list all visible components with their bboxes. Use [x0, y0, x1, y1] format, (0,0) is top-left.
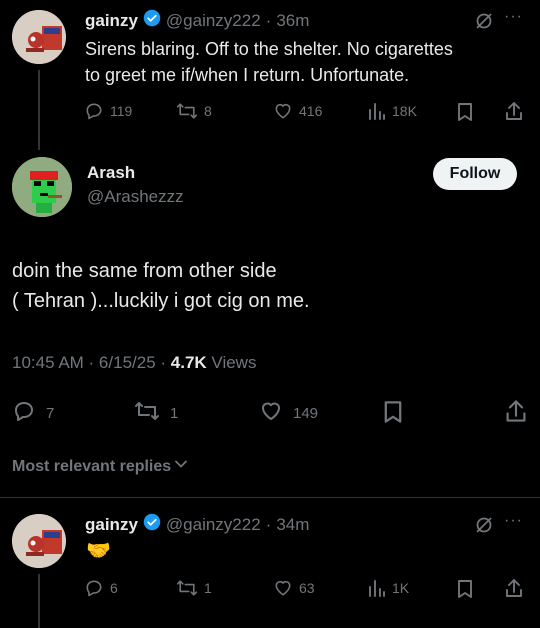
like-button[interactable]: 416	[273, 101, 322, 121]
bookmark-button[interactable]	[382, 400, 404, 428]
share-icon	[504, 399, 528, 427]
thread-line	[38, 70, 40, 150]
views-button[interactable]: 1K	[368, 578, 409, 598]
separator-dot: ·	[265, 514, 272, 534]
tweet-header: gainzy @gainzy222 · 34m	[85, 513, 309, 536]
sort-replies-dropdown[interactable]: Most relevant replies	[12, 457, 188, 476]
bookmark-button[interactable]	[456, 102, 474, 122]
verified-badge-icon	[143, 513, 161, 536]
views-chart-icon	[368, 578, 386, 598]
reply-button[interactable]: 7	[12, 399, 54, 427]
share-icon	[504, 578, 524, 598]
user-name[interactable]: gainzy	[85, 11, 138, 31]
tweet-time[interactable]: 34m	[276, 515, 309, 535]
tweet-timestamp[interactable]: 10:45 AM · 6/15/25 ·	[12, 353, 171, 372]
reply-icon	[12, 399, 36, 427]
share-button[interactable]	[504, 101, 524, 121]
grok-icon[interactable]	[474, 11, 494, 36]
share-button[interactable]	[504, 399, 528, 427]
avatar[interactable]	[12, 514, 66, 568]
retweet-button[interactable]: 8	[176, 101, 212, 121]
tweet-meta: 10:45 AM · 6/15/25 · 4.7K Views	[12, 353, 256, 373]
retweet-button[interactable]: 1	[176, 578, 212, 598]
share-button[interactable]	[504, 578, 524, 598]
like-button[interactable]: 63	[273, 578, 315, 598]
tweet-time[interactable]: 36m	[276, 11, 309, 31]
user-handle[interactable]: @gainzy222	[166, 11, 261, 31]
heart-icon	[273, 101, 293, 121]
heart-icon	[273, 578, 293, 598]
views-count: 4.7K	[170, 353, 207, 372]
tweet-text: Sirens blaring. Off to the shelter. No c…	[85, 39, 453, 85]
views-label: Views	[206, 353, 257, 372]
share-icon	[504, 101, 524, 121]
reply-button[interactable]: 6	[84, 578, 118, 598]
retweet-icon	[176, 578, 198, 598]
avatar[interactable]	[12, 10, 66, 64]
tweet-text: 🤝	[86, 540, 111, 562]
user-name[interactable]: gainzy	[85, 515, 138, 535]
reply-icon	[84, 101, 104, 121]
more-options-icon[interactable]: ···	[504, 8, 523, 26]
chevron-down-icon	[174, 457, 188, 476]
more-options-icon[interactable]: ···	[504, 512, 523, 530]
bookmark-button[interactable]	[456, 579, 474, 599]
retweet-button[interactable]: 1	[134, 399, 178, 427]
bookmark-icon	[382, 400, 404, 428]
author-info: Arash @Arashezzz	[87, 163, 184, 207]
bookmark-icon	[456, 102, 474, 122]
reply-button[interactable]: 119	[84, 101, 132, 121]
tweet-header: gainzy @gainzy222 · 36m	[85, 9, 309, 32]
views-button[interactable]: 18K	[368, 101, 417, 121]
separator-dot: ·	[265, 10, 272, 30]
divider	[0, 497, 540, 498]
follow-button[interactable]: Follow	[433, 158, 517, 190]
bookmark-icon	[456, 579, 474, 599]
reply-icon	[84, 578, 104, 598]
retweet-icon	[176, 101, 198, 121]
avatar[interactable]	[12, 157, 72, 217]
retweet-icon	[134, 399, 160, 427]
user-name[interactable]: Arash	[87, 163, 184, 183]
thread-line	[38, 574, 40, 628]
like-button[interactable]: 149	[259, 399, 318, 427]
user-handle[interactable]: @Arashezzz	[87, 187, 184, 207]
verified-badge-icon	[143, 9, 161, 32]
heart-icon	[259, 399, 283, 427]
user-handle[interactable]: @gainzy222	[166, 515, 261, 535]
views-chart-icon	[368, 101, 386, 121]
grok-icon[interactable]	[474, 515, 494, 540]
tweet-text: doin the same from other side ( Tehran )…	[12, 260, 310, 312]
